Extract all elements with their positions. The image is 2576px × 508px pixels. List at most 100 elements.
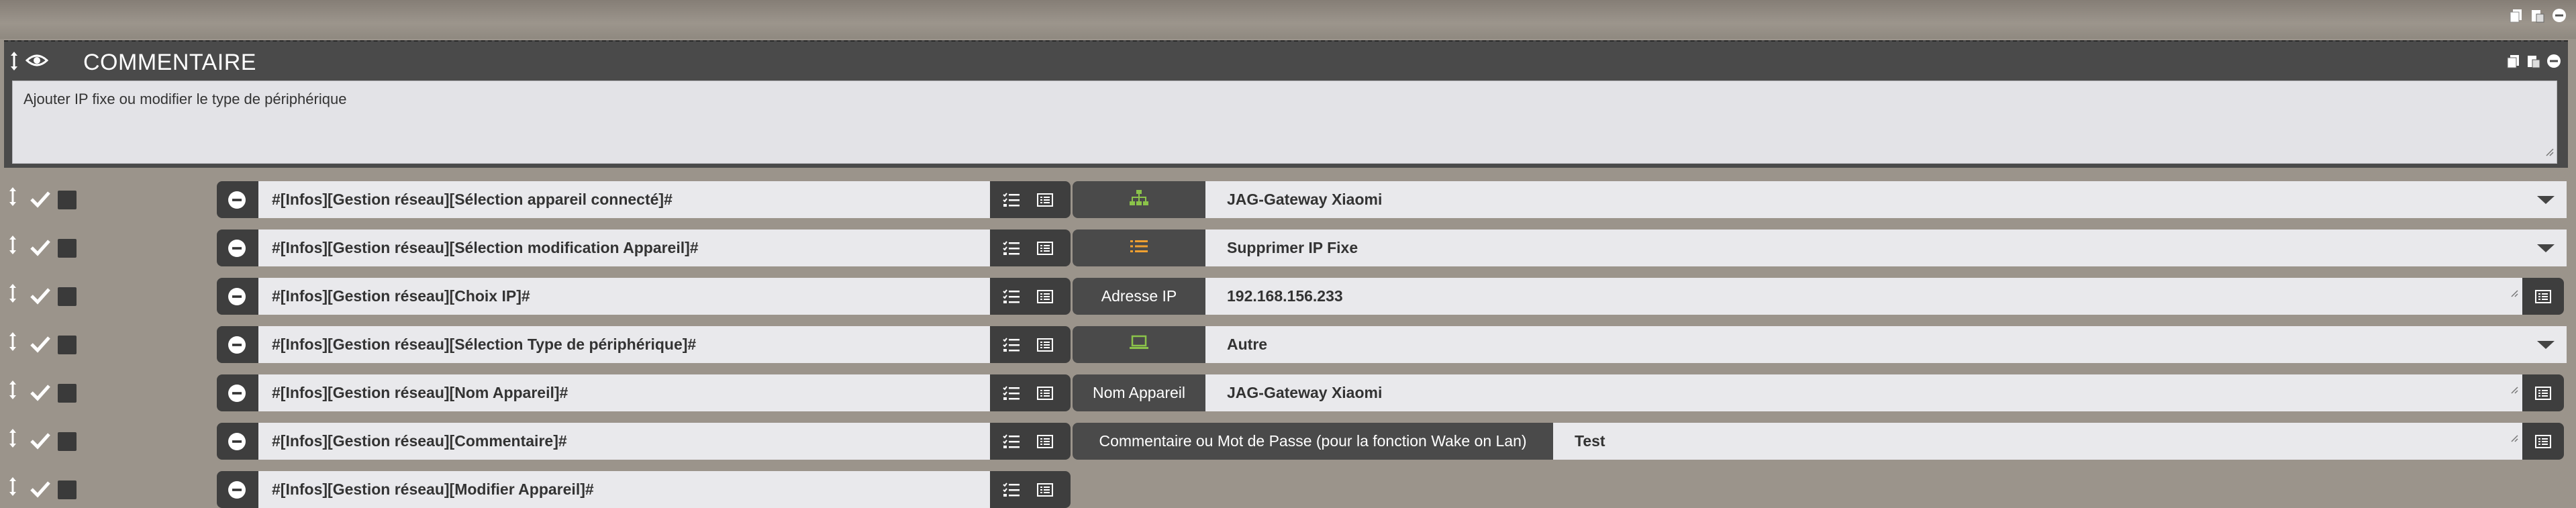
option-input[interactable]: Test bbox=[1553, 423, 2522, 460]
chevron-down-icon[interactable] bbox=[2537, 341, 2555, 349]
input-value: JAG-Gateway Xiaomi bbox=[1227, 384, 1383, 401]
option-checkbox[interactable] bbox=[58, 336, 77, 354]
chevron-down-icon[interactable] bbox=[2537, 244, 2555, 252]
drag-handle-icon[interactable] bbox=[9, 51, 19, 74]
remove-icon[interactable] bbox=[2545, 52, 2563, 70]
enable-checkbox[interactable] bbox=[30, 189, 51, 209]
option-select[interactable]: Supprimer IP Fixe bbox=[1205, 230, 2567, 266]
list-alt-icon[interactable] bbox=[1036, 336, 1054, 354]
list-alt-icon[interactable] bbox=[1036, 191, 1054, 209]
chevron-down-icon[interactable] bbox=[2537, 196, 2555, 204]
resize-grip-icon[interactable] bbox=[2510, 419, 2518, 456]
list-check-icon[interactable] bbox=[1002, 191, 1021, 209]
expression-buttons bbox=[990, 423, 1054, 460]
list-alt-icon[interactable] bbox=[2522, 278, 2564, 315]
list-alt-icon[interactable] bbox=[2522, 374, 2564, 411]
option-select[interactable]: Autre bbox=[1205, 326, 2567, 363]
top-actions bbox=[2508, 7, 2568, 24]
option-checkbox[interactable] bbox=[58, 432, 77, 451]
expression-input[interactable]: #[Infos][Gestion réseau][Sélection modif… bbox=[258, 230, 990, 266]
eye-icon[interactable] bbox=[25, 52, 49, 72]
action-row: #[Infos][Gestion réseau][Choix IP]# Adre… bbox=[0, 272, 2576, 315]
remove-action-icon[interactable] bbox=[228, 432, 246, 451]
list-alt-icon[interactable] bbox=[1036, 384, 1054, 403]
input-value: Test bbox=[1575, 432, 1605, 450]
action-row: #[Infos][Gestion réseau][Modifier Appare… bbox=[0, 466, 2576, 508]
block-title: COMMENTAIRE bbox=[83, 50, 256, 75]
list-check-icon[interactable] bbox=[1002, 432, 1021, 451]
option-input[interactable]: JAG-Gateway Xiaomi bbox=[1205, 374, 2522, 411]
action-row: #[Infos][Gestion réseau][Sélection modif… bbox=[0, 224, 2576, 266]
comment-text: Ajouter IP fixe ou modifier le type de p… bbox=[23, 91, 347, 107]
field-label: Adresse IP bbox=[1073, 278, 1205, 315]
drag-handle-icon[interactable] bbox=[8, 476, 17, 500]
action-row: #[Infos][Gestion réseau][Nom Appareil]# … bbox=[0, 369, 2576, 411]
expression-input[interactable]: #[Infos][Gestion réseau][Commentaire]# bbox=[258, 423, 990, 460]
select-value: JAG-Gateway Xiaomi bbox=[1227, 191, 1383, 208]
enable-checkbox[interactable] bbox=[30, 479, 51, 499]
option-checkbox[interactable] bbox=[58, 191, 77, 209]
expression-input[interactable]: #[Infos][Gestion réseau][Sélection Type … bbox=[258, 326, 990, 363]
resize-grip-icon[interactable] bbox=[2544, 143, 2554, 160]
list-alt-icon[interactable] bbox=[2522, 423, 2564, 460]
list-alt-icon[interactable] bbox=[1036, 480, 1054, 499]
option-checkbox[interactable] bbox=[58, 287, 77, 306]
copy-icon[interactable] bbox=[2508, 7, 2525, 24]
expression-field: #[Infos][Gestion réseau][Nom Appareil]# bbox=[217, 374, 1071, 411]
list-check-icon[interactable] bbox=[1002, 480, 1021, 499]
option-select[interactable]: JAG-Gateway Xiaomi bbox=[1205, 181, 2567, 218]
list-alt-icon[interactable] bbox=[1036, 432, 1054, 451]
paste-icon[interactable] bbox=[2529, 7, 2546, 24]
action-row: #[Infos][Gestion réseau][Sélection Type … bbox=[0, 321, 2576, 363]
expression-field: #[Infos][Gestion réseau][Modifier Appare… bbox=[217, 471, 1071, 508]
remove-action-icon[interactable] bbox=[228, 384, 246, 403]
option-checkbox[interactable] bbox=[58, 239, 77, 258]
option-input[interactable]: 192.168.156.233 bbox=[1205, 278, 2522, 315]
select-value: Autre bbox=[1227, 336, 1268, 353]
resize-grip-icon[interactable] bbox=[2510, 274, 2518, 311]
option-icon-label bbox=[1073, 230, 1205, 266]
input-value: 192.168.156.233 bbox=[1227, 287, 1343, 305]
select-value: Supprimer IP Fixe bbox=[1227, 239, 1358, 256]
enable-checkbox[interactable] bbox=[30, 286, 51, 306]
enable-checkbox[interactable] bbox=[30, 431, 51, 451]
list-check-icon[interactable] bbox=[1002, 239, 1021, 258]
drag-handle-icon[interactable] bbox=[8, 428, 17, 452]
list-check-icon[interactable] bbox=[1002, 287, 1021, 306]
drag-handle-icon[interactable] bbox=[8, 332, 17, 355]
expression-buttons bbox=[990, 471, 1054, 508]
network-icon bbox=[1129, 189, 1149, 211]
comment-block-header: COMMENTAIRE bbox=[4, 42, 2568, 81]
option-checkbox[interactable] bbox=[58, 384, 77, 403]
comment-textarea[interactable]: Ajouter IP fixe ou modifier le type de p… bbox=[12, 81, 2557, 164]
remove-action-icon[interactable] bbox=[228, 191, 246, 209]
drag-handle-icon[interactable] bbox=[8, 187, 17, 210]
resize-grip-icon[interactable] bbox=[2510, 370, 2518, 407]
expression-field: #[Infos][Gestion réseau][Sélection modif… bbox=[217, 230, 1071, 266]
option-checkbox[interactable] bbox=[58, 480, 77, 499]
paste-icon[interactable] bbox=[2525, 52, 2542, 70]
remove-action-icon[interactable] bbox=[228, 480, 246, 499]
expression-input[interactable]: #[Infos][Gestion réseau][Nom Appareil]# bbox=[258, 374, 990, 411]
enable-checkbox[interactable] bbox=[30, 383, 51, 403]
remove-action-icon[interactable] bbox=[228, 336, 246, 354]
remove-action-icon[interactable] bbox=[228, 287, 246, 306]
expression-field: #[Infos][Gestion réseau][Sélection appar… bbox=[217, 181, 1071, 218]
remove-action-icon[interactable] bbox=[228, 239, 246, 258]
list-check-icon[interactable] bbox=[1002, 336, 1021, 354]
list-alt-icon[interactable] bbox=[1036, 239, 1054, 258]
comment-block: COMMENTAIRE Ajouter IP fixe ou modifier … bbox=[4, 40, 2568, 168]
expression-input[interactable]: #[Infos][Gestion réseau][Sélection appar… bbox=[258, 181, 990, 218]
list-alt-icon[interactable] bbox=[1036, 287, 1054, 306]
expression-field: #[Infos][Gestion réseau][Choix IP]# bbox=[217, 278, 1071, 315]
drag-handle-icon[interactable] bbox=[8, 380, 17, 403]
enable-checkbox[interactable] bbox=[30, 238, 51, 258]
list-check-icon[interactable] bbox=[1002, 384, 1021, 403]
expression-input[interactable]: #[Infos][Gestion réseau][Modifier Appare… bbox=[258, 471, 990, 508]
remove-icon[interactable] bbox=[2550, 7, 2568, 24]
drag-handle-icon[interactable] bbox=[8, 283, 17, 307]
drag-handle-icon[interactable] bbox=[8, 235, 17, 258]
enable-checkbox[interactable] bbox=[30, 334, 51, 354]
expression-input[interactable]: #[Infos][Gestion réseau][Choix IP]# bbox=[258, 278, 990, 315]
copy-icon[interactable] bbox=[2505, 52, 2522, 70]
